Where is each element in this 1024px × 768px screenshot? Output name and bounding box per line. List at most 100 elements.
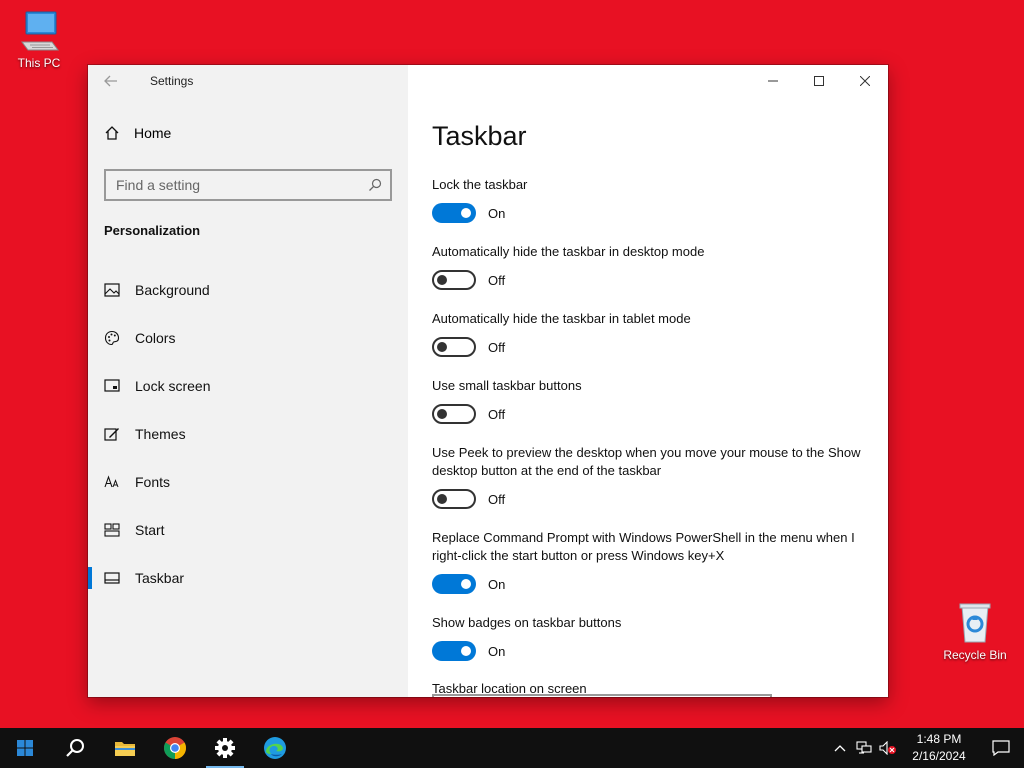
sidebar-item-home[interactable]: Home — [104, 125, 171, 141]
section-heading: Personalization — [104, 223, 201, 238]
notification-icon — [992, 740, 1010, 756]
lock-screen-icon — [104, 379, 120, 392]
window-controls — [750, 65, 888, 97]
setting-label: Replace Command Prompt with Windows Powe… — [432, 530, 855, 563]
setting-powershell: Replace Command Prompt with Windows Powe… — [432, 529, 872, 595]
page-title: Taskbar — [432, 121, 527, 151]
file-explorer-button[interactable] — [100, 728, 150, 768]
setting-label: Show badges on taskbar buttons — [432, 615, 622, 630]
setting-small-buttons: Use small taskbar buttons Off — [432, 377, 872, 425]
start-button[interactable] — [0, 728, 50, 768]
sidebar-item-label: Start — [135, 522, 165, 538]
search-input[interactable]: Find a setting — [104, 169, 392, 201]
search-button[interactable] — [50, 728, 100, 768]
setting-peek: Use Peek to preview the desktop when you… — [432, 444, 872, 510]
sidebar-item-start[interactable]: Start — [88, 506, 408, 554]
setting-badges: Show badges on taskbar buttons On — [432, 614, 872, 662]
peek-toggle[interactable] — [432, 489, 476, 509]
sidebar-item-themes[interactable]: Themes — [88, 410, 408, 458]
clock-time: 1:48 PM — [916, 732, 962, 746]
system-tray: 1:48 PM 2/16/2024 — [828, 728, 1024, 768]
setting-label: Automatically hide the taskbar in deskto… — [432, 244, 705, 259]
badges-toggle[interactable] — [432, 641, 476, 661]
chrome-button[interactable] — [150, 728, 200, 768]
computer-icon — [21, 11, 59, 51]
settings-window: Settings Home Find a setting Personaliza… — [88, 65, 888, 697]
minimize-button[interactable] — [750, 65, 796, 97]
network-button[interactable] — [852, 728, 876, 768]
back-button[interactable] — [88, 65, 134, 97]
fonts-icon — [104, 475, 119, 488]
settings-list: Lock the taskbar On Automatically hide t… — [432, 176, 872, 696]
sidebar-item-taskbar[interactable]: Taskbar — [88, 554, 408, 602]
close-button[interactable] — [842, 65, 888, 97]
minimize-icon — [768, 80, 778, 82]
setting-label: Use Peek to preview the desktop when you… — [432, 445, 861, 478]
taskbar-icon — [104, 572, 120, 584]
sidebar-item-label: Lock screen — [135, 378, 211, 394]
sidebar-item-label: Colors — [135, 330, 176, 346]
clock[interactable]: 1:48 PM 2/16/2024 — [900, 731, 978, 765]
sidebar: Settings Home Find a setting Personaliza… — [88, 65, 408, 697]
volume-button[interactable] — [876, 728, 900, 768]
taskbar: 1:48 PM 2/16/2024 — [0, 728, 1024, 768]
toggle-state-text: Off — [488, 339, 506, 355]
chevron-up-icon — [834, 745, 846, 752]
action-center-button[interactable] — [978, 728, 1024, 768]
desktop-icon-label: Recycle Bin — [943, 648, 1007, 662]
maximize-icon — [814, 76, 824, 86]
setting-label: Automatically hide the taskbar in tablet… — [432, 311, 691, 326]
autohide-tablet-toggle[interactable] — [432, 337, 476, 357]
sidebar-item-label: Home — [134, 125, 172, 141]
setting-label: Use small taskbar buttons — [432, 378, 582, 393]
sidebar-item-label: Fonts — [135, 474, 171, 490]
lock-taskbar-toggle[interactable] — [432, 203, 476, 223]
search-icon — [369, 178, 382, 191]
small-buttons-toggle[interactable] — [432, 404, 476, 424]
palette-icon — [104, 330, 120, 346]
search-placeholder: Find a setting — [116, 177, 201, 193]
sidebar-nav: Background Colors Lock screen Themes Fon… — [88, 266, 408, 602]
toggle-state-text: On — [488, 205, 506, 221]
toggle-state-text: On — [488, 643, 506, 659]
sidebar-item-lock-screen[interactable]: Lock screen — [88, 362, 408, 410]
network-icon — [856, 741, 872, 754]
edge-icon — [264, 737, 286, 759]
setting-autohide-desktop: Automatically hide the taskbar in deskto… — [432, 243, 872, 291]
settings-icon — [215, 738, 235, 758]
back-arrow-icon — [104, 75, 117, 87]
autohide-desktop-toggle[interactable] — [432, 270, 476, 290]
close-icon — [860, 76, 870, 86]
title-bar: Settings — [88, 65, 408, 97]
desktop-icon-recycle-bin[interactable]: Recycle Bin — [937, 600, 1013, 662]
home-icon — [105, 126, 119, 140]
start-icon — [104, 523, 120, 537]
desktop-icon-label: This PC — [17, 56, 61, 70]
edge-button[interactable] — [250, 728, 300, 768]
sidebar-item-label: Themes — [135, 426, 186, 442]
file-explorer-icon — [115, 742, 135, 756]
show-hidden-icons-button[interactable] — [828, 728, 852, 768]
setting-label: Lock the taskbar — [432, 177, 528, 192]
taskbar-location-dropdown[interactable] — [432, 694, 772, 697]
powershell-toggle[interactable] — [432, 574, 476, 594]
settings-button[interactable] — [200, 728, 250, 768]
search-icon — [66, 739, 84, 757]
image-icon — [104, 283, 120, 297]
themes-icon — [104, 428, 119, 441]
setting-lock-taskbar: Lock the taskbar On — [432, 176, 872, 224]
desktop-icon-this-pc[interactable]: This PC — [1, 8, 77, 70]
sidebar-item-fonts[interactable]: Fonts — [88, 458, 408, 506]
toggle-state-text: Off — [488, 406, 506, 422]
maximize-button[interactable] — [796, 65, 842, 97]
chrome-icon — [164, 737, 186, 759]
sidebar-item-label: Taskbar — [135, 570, 185, 586]
sidebar-item-label: Background — [135, 282, 210, 298]
sidebar-item-background[interactable]: Background — [88, 266, 408, 314]
content-pane: Taskbar Lock the taskbar On Automaticall… — [408, 65, 888, 697]
setting-autohide-tablet: Automatically hide the taskbar in tablet… — [432, 310, 872, 358]
toggle-state-text: Off — [488, 491, 506, 507]
sidebar-item-colors[interactable]: Colors — [88, 314, 408, 362]
app-title: Settings — [150, 74, 194, 88]
toggle-state-text: On — [488, 576, 506, 592]
